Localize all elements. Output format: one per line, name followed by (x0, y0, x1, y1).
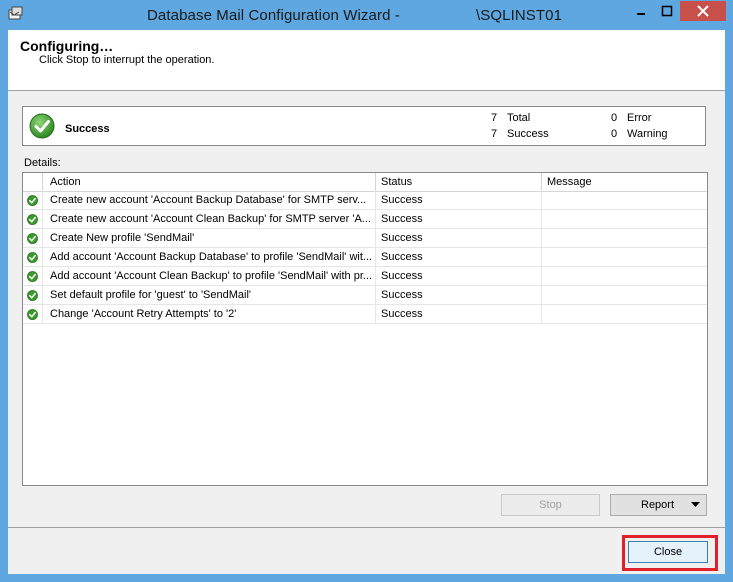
close-button-highlight (622, 535, 718, 571)
row-action: Add account 'Account Clean Backup' to pr… (50, 270, 373, 282)
footer-divider (8, 527, 725, 528)
table-row[interactable]: Change 'Account Retry Attempts' to '2' Su… (23, 305, 707, 324)
success-check-icon (27, 195, 38, 206)
page-title: Configuring… (20, 38, 114, 54)
success-count: 7 (491, 128, 498, 140)
row-status: Success (381, 232, 423, 244)
warning-label: Warning (627, 128, 668, 140)
status-summary-panel: Success 7 Total 7 Success 0 Error 0 Warn… (22, 106, 706, 146)
maximize-button[interactable] (654, 1, 680, 21)
success-check-icon (27, 290, 38, 301)
row-action: Create new account 'Account Backup Datab… (50, 194, 367, 206)
row-status: Success (381, 213, 423, 225)
minimize-button[interactable] (628, 1, 654, 21)
minimize-icon (637, 13, 645, 15)
success-check-icon (27, 271, 38, 282)
column-header-message[interactable]: Message (547, 176, 592, 188)
success-check-icon (27, 309, 38, 320)
error-label: Error (627, 112, 652, 124)
wizard-header: Configuring… Click Stop to interrupt the… (8, 30, 725, 91)
table-row[interactable]: Add account 'Account Backup Database' to… (23, 248, 707, 267)
table-row[interactable]: Create new account 'Account Backup Datab… (23, 191, 707, 210)
window-close-button[interactable] (680, 1, 726, 21)
table-row[interactable]: Set default profile for 'guest' to 'Send… (23, 286, 707, 305)
success-label: Success (507, 128, 549, 140)
page-subtitle: Click Stop to interrupt the operation. (39, 54, 215, 66)
wizard-client-area: Configuring… Click Stop to interrupt the… (8, 30, 725, 574)
total-label: Total (507, 112, 531, 124)
success-check-icon (27, 214, 38, 225)
row-action: Set default profile for 'guest' to 'Send… (50, 289, 252, 301)
grid-header: Action Status Message (23, 173, 707, 192)
row-status: Success (381, 308, 423, 320)
total-count: 7 (491, 112, 498, 124)
row-status: Success (381, 251, 423, 263)
row-status: Success (381, 194, 423, 206)
close-icon (697, 5, 709, 17)
maximize-icon (661, 5, 673, 17)
column-header-action[interactable]: Action (50, 176, 81, 188)
stop-button-label: Stop (539, 499, 562, 511)
status-text: Success (65, 123, 110, 135)
row-action: Create New profile 'SendMail' (50, 232, 195, 244)
stop-button[interactable]: Stop (501, 494, 600, 516)
row-action: Add account 'Account Backup Database' to… (50, 251, 373, 263)
row-action: Create new account 'Account Clean Backup… (50, 213, 371, 225)
row-action: Change 'Account Retry Attempts' to '2' (50, 308, 237, 320)
table-row[interactable]: Create new account 'Account Clean Backup… (23, 210, 707, 229)
row-status: Success (381, 270, 423, 282)
chevron-down-icon (691, 502, 700, 507)
report-button[interactable]: Report (610, 494, 707, 516)
column-header-status[interactable]: Status (381, 176, 412, 188)
table-row[interactable]: Create New profile 'SendMail' Success (23, 229, 707, 248)
window-title-right: \SQLINST01 (476, 7, 563, 24)
warning-count: 0 (611, 128, 618, 140)
success-check-icon (27, 233, 38, 244)
wizard-window: Database Mail Configuration Wizard - \SQ… (0, 0, 733, 582)
database-mail-app-icon (8, 6, 23, 20)
title-bar[interactable]: Database Mail Configuration Wizard - \SQ… (0, 0, 733, 30)
success-check-icon (29, 113, 55, 139)
details-label: Details: (24, 157, 61, 169)
table-row[interactable]: Add account 'Account Clean Backup' to pr… (23, 267, 707, 286)
details-grid[interactable]: Action Status Message Create new account… (22, 172, 708, 486)
window-title-left: Database Mail Configuration Wizard - (147, 7, 400, 24)
error-count: 0 (611, 112, 618, 124)
row-status: Success (381, 289, 423, 301)
success-check-icon (27, 252, 38, 263)
report-button-label: Report (641, 499, 675, 511)
